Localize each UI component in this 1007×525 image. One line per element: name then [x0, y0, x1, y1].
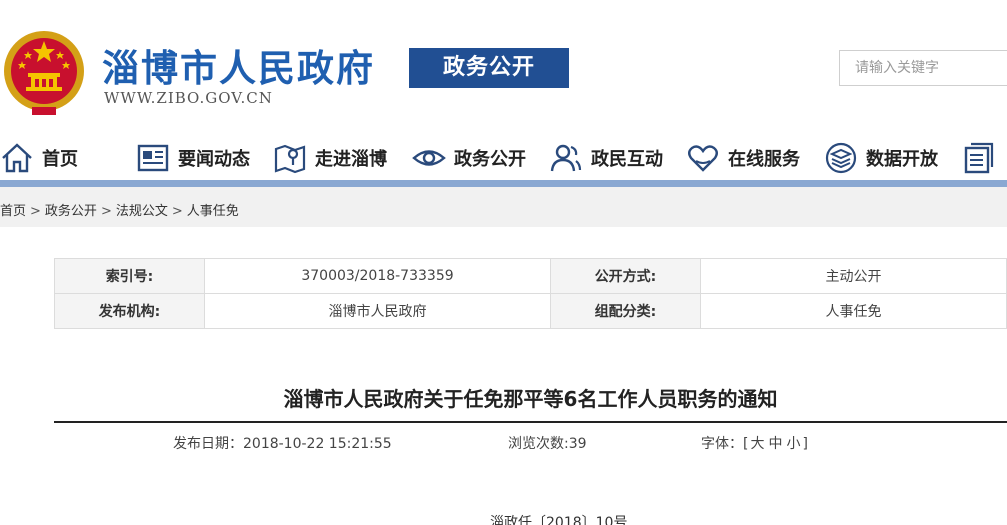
breadcrumb: 首页 > 政务公开 > 法规公文 > 人事任免	[0, 200, 239, 219]
title-divider	[54, 421, 1007, 423]
search-input[interactable]	[840, 51, 1007, 85]
document-list-icon	[964, 142, 994, 174]
data-layers-icon	[825, 142, 857, 174]
nav-label: 政务公开	[454, 149, 526, 170]
nav-label: 首页	[42, 149, 78, 170]
article-title: 淄博市人民政府关于任免那平等6名工作人员职务的通知	[283, 387, 778, 411]
table-row: 索引号: 370003/2018-733359 公开方式: 主动公开	[54, 258, 1007, 294]
font-size-label: 字体：[	[701, 436, 749, 452]
index-value: 370003/2018-733359	[204, 258, 551, 294]
news-icon	[137, 144, 169, 172]
font-size-small[interactable]: 小	[786, 436, 800, 452]
document-meta-table: 索引号: 370003/2018-733359 公开方式: 主动公开 发布机构:…	[54, 258, 1007, 329]
national-emblem-icon	[4, 31, 84, 115]
publish-date: 发布日期：2018-10-22 15:21:55	[173, 436, 392, 452]
nav-item-home[interactable]: 首页	[0, 134, 78, 182]
breadcrumb-bar: 首页 > 政务公开 > 法规公文 > 人事任免	[0, 187, 1007, 227]
breadcrumb-separator: >	[171, 204, 183, 219]
nav-item-news[interactable]: 要闻动态	[136, 134, 250, 182]
map-pin-icon	[274, 144, 306, 174]
nav-item-online-service[interactable]: 在线服务	[686, 134, 800, 182]
nav-item-open-data[interactable]: 数据开放	[824, 134, 938, 182]
site-header: 淄博市人民政府 WWW.ZIBO.GOV.CN 政务公开	[0, 0, 1007, 125]
table-row: 发布机构: 淄博市人民政府 组配分类: 人事任免	[54, 293, 1007, 329]
nav-label: 要闻动态	[178, 149, 250, 170]
breadcrumb-gov-open[interactable]: 政务公开	[45, 204, 97, 219]
category-label: 组配分类:	[550, 293, 701, 329]
breadcrumb-separator: >	[100, 204, 112, 219]
category-value: 人事任免	[700, 293, 1007, 329]
main-nav: 首页 要闻动态 走进淄博 政务公开 政民互动 在线服务 数据开放	[0, 134, 1007, 182]
breadcrumb-home[interactable]: 首页	[0, 204, 26, 219]
publisher-label: 发布机构:	[54, 293, 205, 329]
font-size-control: 字体：[大中小]	[701, 433, 808, 453]
nav-item-interaction[interactable]: 政民互动	[549, 134, 663, 182]
breadcrumb-regulations[interactable]: 法规公文	[116, 204, 168, 219]
font-size-large[interactable]: 大	[750, 436, 764, 452]
nav-item-more[interactable]	[961, 134, 1003, 182]
view-count: 浏览次数:39	[508, 436, 587, 452]
font-size-close: ]	[802, 436, 808, 452]
nav-label: 政民互动	[591, 149, 663, 170]
breadcrumb-personnel[interactable]: 人事任免	[187, 204, 239, 219]
eye-icon	[412, 150, 446, 166]
document-number: 淄政任〔2018〕10号	[490, 515, 628, 525]
nav-item-explore[interactable]: 走进淄博	[273, 134, 387, 182]
people-icon	[550, 144, 582, 172]
index-label: 索引号:	[54, 258, 205, 294]
nav-label: 走进淄博	[315, 149, 387, 170]
section-badge[interactable]: 政务公开	[409, 48, 569, 88]
breadcrumb-separator: >	[30, 204, 41, 219]
disclosure-value: 主动公开	[700, 258, 1007, 294]
heart-hand-icon	[688, 145, 718, 172]
search-box	[839, 50, 1007, 86]
home-icon	[2, 143, 32, 173]
disclosure-label: 公开方式:	[550, 258, 701, 294]
site-url: WWW.ZIBO.GOV.CN	[104, 89, 273, 107]
nav-label: 数据开放	[866, 149, 938, 170]
nav-item-gov-open[interactable]: 政务公开	[412, 134, 526, 182]
site-title[interactable]: 淄博市人民政府	[102, 38, 375, 92]
nav-underline-bar	[0, 180, 1007, 187]
nav-label: 在线服务	[728, 149, 800, 170]
font-size-medium[interactable]: 中	[768, 436, 782, 452]
publisher-value: 淄博市人民政府	[204, 293, 551, 329]
